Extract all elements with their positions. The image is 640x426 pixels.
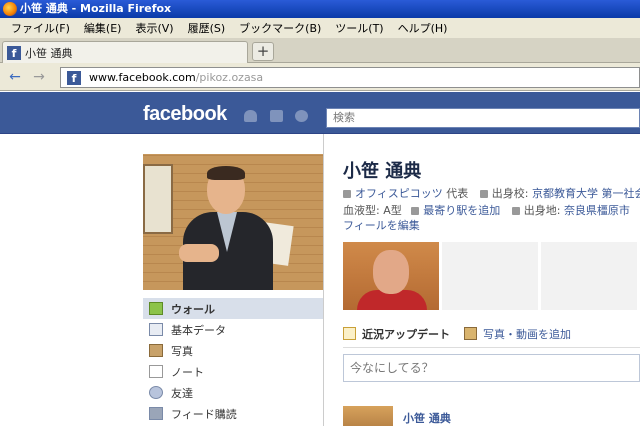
notifications-globe-icon[interactable]	[295, 110, 308, 122]
menu-bookmarks[interactable]: ブックマーク(B)	[232, 20, 328, 36]
notes-icon	[149, 365, 163, 378]
friend-requests-icon[interactable]	[244, 110, 257, 122]
menu-file[interactable]: ファイル(F)	[4, 20, 77, 36]
url-bar[interactable]: f www.facebook.com/pikoz.ozasa	[60, 67, 640, 88]
work-link[interactable]: オフィスピコッツ	[355, 187, 443, 200]
nav-item-info[interactable]: 基本データ	[143, 319, 323, 340]
status-composer-input[interactable]: 今なにしてる？	[343, 354, 640, 382]
facebook-favicon-icon: f	[7, 45, 21, 60]
publisher-tabs: 近況アップデート 写真・動画を追加	[343, 320, 640, 348]
column-divider	[323, 134, 324, 426]
window-title: 小笹 通典 - Mozilla Firefox	[20, 2, 172, 15]
feed-icon	[149, 407, 163, 420]
search-input[interactable]: 検索	[326, 108, 640, 128]
profile-picture[interactable]	[143, 154, 323, 290]
profile-left-nav: ウォール 基本データ 写真 ノート 友達 フィード購読	[143, 298, 323, 424]
nav-item-friends[interactable]: 友達	[143, 382, 323, 403]
photo-thumbnail[interactable]	[343, 242, 439, 310]
menu-edit[interactable]: 編集(E)	[77, 20, 129, 36]
nav-item-subscriptions[interactable]: フィード購読	[143, 403, 323, 424]
school-link[interactable]: 京都教育大学 第一社会	[532, 187, 640, 200]
new-tab-button[interactable]: +	[252, 42, 274, 61]
browser-tab[interactable]: f 小笹 通典	[2, 41, 248, 63]
story-author-name[interactable]: 小笹 通典	[403, 410, 451, 426]
graduation-cap-icon	[479, 190, 488, 198]
menu-view[interactable]: 表示(V)	[128, 20, 180, 36]
info-card-icon	[149, 323, 163, 336]
info-line-work-edu: オフィスピコッツ 代表 出身校: 京都教育大学 第一社会	[343, 185, 640, 201]
briefcase-icon	[343, 190, 351, 198]
menu-help[interactable]: ヘルプ(H)	[391, 20, 455, 36]
messages-icon[interactable]	[270, 110, 283, 122]
info-line-blood-station-home: 血液型: A型 最寄り駅を追加 出身地: 奈良県橿原市	[343, 204, 630, 217]
home-icon	[511, 207, 520, 215]
photos-icon	[149, 344, 163, 357]
edit-profile-link[interactable]: フィールを編集	[343, 219, 420, 232]
tab-strip: f 小笹 通典 +	[0, 38, 640, 63]
add-station-link[interactable]: 最寄り駅を追加	[423, 204, 500, 217]
menu-bar: ファイル(F) 編集(E) 表示(V) 履歴(S) ブックマーク(B) ツール(…	[0, 18, 640, 38]
menu-history[interactable]: 履歴(S)	[181, 20, 233, 36]
url-text: www.facebook.com/pikoz.ozasa	[89, 71, 264, 84]
nav-item-wall[interactable]: ウォール	[143, 298, 323, 319]
story-avatar[interactable]	[343, 406, 393, 426]
info-line-edit: フィールを編集	[343, 217, 420, 233]
hometown-link[interactable]: 奈良県橿原市	[564, 204, 630, 217]
photo-strip	[343, 242, 640, 310]
friends-icon	[149, 386, 163, 399]
back-button[interactable]: ←	[4, 67, 26, 87]
facebook-logo[interactable]: facebook	[143, 103, 227, 126]
tab-add-photo-video[interactable]: 写真・動画を追加	[483, 326, 571, 342]
tab-label: 小笹 通典	[25, 46, 73, 60]
nav-item-notes[interactable]: ノート	[143, 361, 323, 382]
site-identity-icon: f	[67, 70, 81, 85]
status-update-icon	[343, 327, 356, 340]
tab-status-update[interactable]: 近況アップデート	[362, 326, 450, 342]
profile-name: 小笹 通典	[343, 161, 422, 182]
navigation-bar: ← → f www.facebook.com/pikoz.ozasa	[0, 63, 640, 91]
wall-icon	[149, 302, 163, 315]
train-icon	[411, 207, 420, 215]
window-title-bar: 小笹 通典 - Mozilla Firefox	[0, 0, 640, 18]
photo-video-icon	[464, 327, 477, 340]
forward-button[interactable]: →	[28, 67, 50, 87]
firefox-icon	[3, 2, 17, 16]
photo-thumbnail-empty	[442, 242, 538, 310]
photo-thumbnail-empty	[541, 242, 637, 310]
menu-tools[interactable]: ツール(T)	[328, 20, 390, 36]
nav-item-photos[interactable]: 写真	[143, 340, 323, 361]
